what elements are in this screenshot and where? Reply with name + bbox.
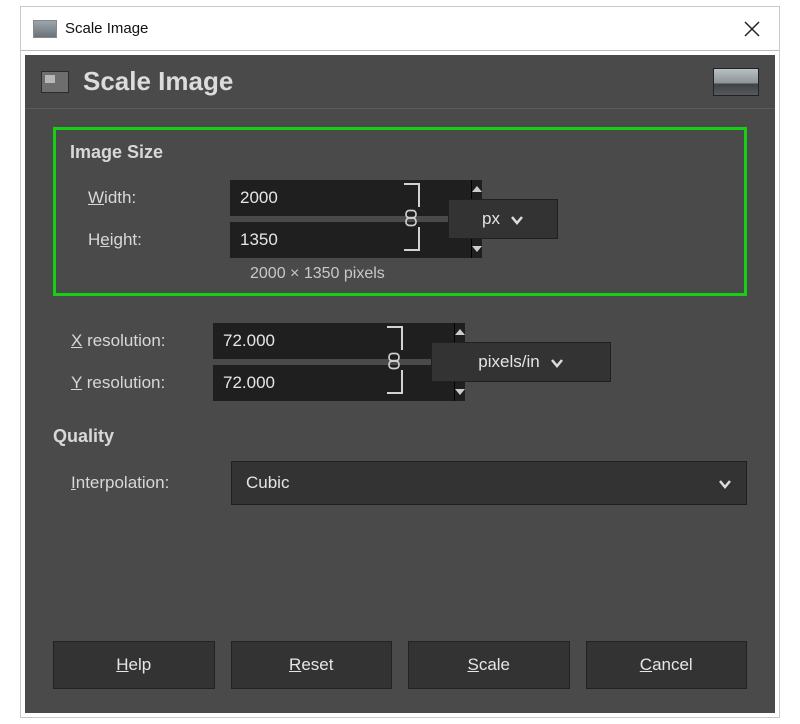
image-size-heading: Image Size (70, 142, 728, 163)
window-title: Scale Image (65, 20, 725, 37)
dimensions-readout: 2000 × 1350 pixels (70, 265, 728, 283)
resolution-unit-label: pixels/in (478, 352, 539, 372)
width-input[interactable] (230, 180, 390, 216)
resolution-chain-link[interactable] (381, 320, 411, 400)
titlebar[interactable]: Scale Image (21, 7, 779, 51)
interpolation-value: Cubic (246, 473, 718, 493)
quality-heading: Quality (53, 426, 747, 447)
close-button[interactable] (725, 7, 779, 50)
height-input[interactable] (230, 222, 390, 258)
size-unit-label: px (482, 209, 500, 229)
size-chain-link[interactable] (398, 177, 428, 257)
window-icon (33, 20, 57, 38)
scale-button[interactable]: Scale (408, 641, 570, 689)
height-label: Heeight:ight: (70, 230, 230, 250)
quality-section: Quality Interpolation: Cubic (53, 426, 747, 505)
x-resolution-label: X resolution: (53, 331, 213, 351)
dialog-title: Scale Image (83, 66, 713, 97)
reset-button[interactable]: Reset (231, 641, 393, 689)
image-size-section: Image Size Width: (53, 127, 747, 296)
chain-link-icon (383, 350, 405, 372)
scale-image-window: Scale Image Scale Image Image Size Width… (20, 6, 780, 718)
cancel-button[interactable]: Cancel (586, 641, 748, 689)
chevron-down-icon (718, 476, 732, 490)
width-label: Width: (70, 188, 230, 208)
interpolation-label: Interpolation: (53, 473, 231, 493)
interpolation-select[interactable]: Cubic (231, 461, 747, 505)
scale-image-icon (41, 71, 69, 93)
y-resolution-input[interactable] (213, 365, 373, 401)
button-bar: Help Reset Scale Cancel (53, 641, 747, 689)
chain-link-icon (400, 207, 422, 229)
dialog-body: Scale Image Image Size Width: (25, 55, 775, 713)
x-resolution-input[interactable] (213, 323, 373, 359)
chevron-down-icon (550, 355, 564, 369)
y-resolution-label: Y resolution: (53, 373, 213, 393)
size-unit-select[interactable]: px (448, 199, 558, 239)
close-icon (743, 20, 761, 38)
chevron-down-icon (510, 212, 524, 226)
help-button[interactable]: Help (53, 641, 215, 689)
dialog-header: Scale Image (25, 55, 775, 109)
resolution-unit-select[interactable]: pixels/in (431, 342, 611, 382)
resolution-section: X resolution: Y resolution: (53, 320, 747, 404)
image-thumbnail (713, 68, 759, 96)
